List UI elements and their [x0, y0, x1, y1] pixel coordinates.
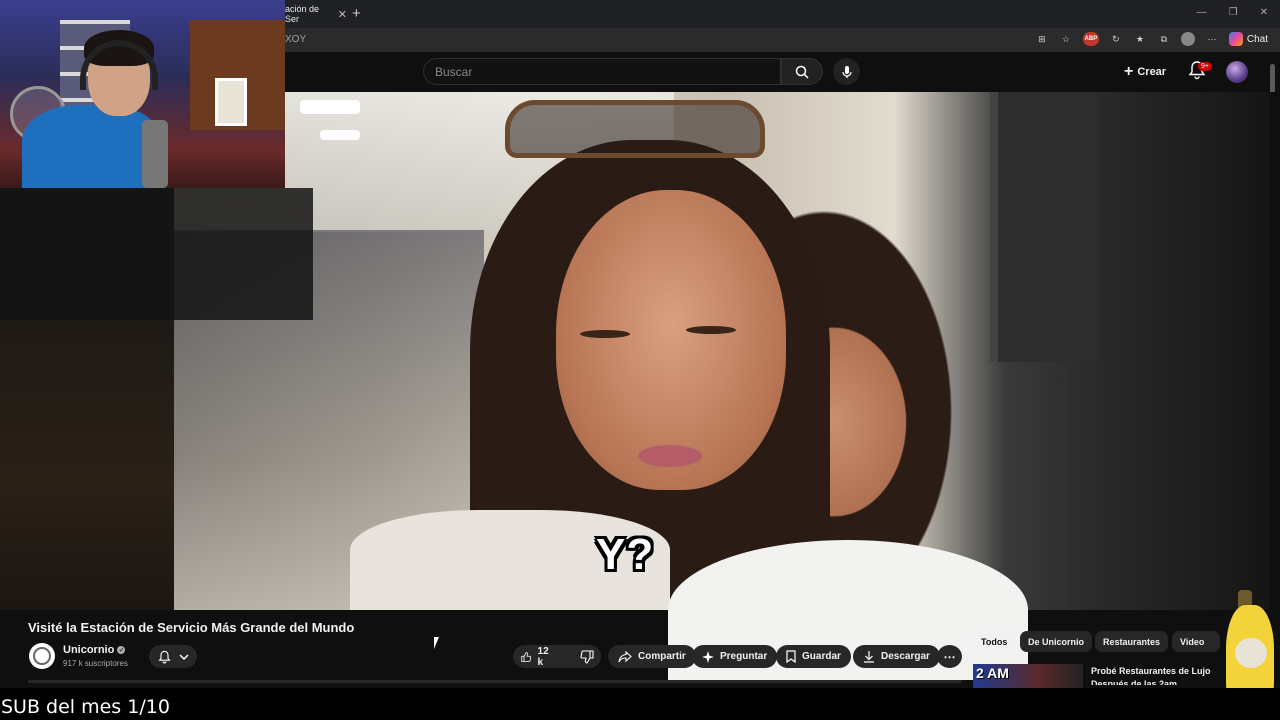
bookmark-icon: [786, 650, 796, 663]
video-scene-screen: [990, 92, 1097, 362]
cat-face: [1235, 638, 1267, 668]
collections-icon[interactable]: ⧉: [1157, 32, 1171, 46]
plus-icon: +: [1124, 63, 1134, 80]
streamer-webcam: [0, 0, 285, 188]
chip-restaurantes[interactable]: Restaurantes: [1095, 631, 1169, 652]
thumbs-down-icon: [580, 649, 594, 664]
favorite-star-icon[interactable]: ☆: [1059, 32, 1073, 46]
like-dislike-group: 12 k: [513, 645, 601, 668]
restore-icon[interactable]: ❐: [1229, 7, 1238, 18]
video-scene-sunglasses: [505, 100, 765, 158]
microphone-icon: [841, 65, 852, 78]
chat-label: Chat: [1246, 33, 1268, 45]
new-tab-button[interactable]: +: [352, 5, 361, 22]
more-actions-button[interactable]: ⋯: [937, 645, 962, 668]
copilot-chat-button[interactable]: Chat: [1228, 32, 1268, 46]
subscription-bell-button[interactable]: [149, 645, 197, 668]
download-label: Descargar: [881, 651, 930, 662]
download-button[interactable]: Descargar: [853, 645, 940, 668]
bell-icon: [157, 650, 171, 663]
chip-de-unicornio[interactable]: De Unicornio: [1020, 631, 1093, 652]
video-scene-light: [300, 100, 360, 114]
video-scene-lips: [638, 445, 702, 467]
video-scene-light: [320, 130, 360, 140]
search-placeholder: Buscar: [435, 64, 473, 79]
recommendation-title[interactable]: Probé Restaurantes de Lujo Después de la…: [1091, 665, 1221, 685]
share-button[interactable]: Compartir: [608, 645, 696, 668]
chip-video[interactable]: Video: [1172, 631, 1220, 652]
channel-name[interactable]: Unicornio: [63, 644, 114, 656]
dislike-button[interactable]: [572, 645, 602, 668]
tab-title: ación de Ser: [285, 4, 320, 24]
subscriber-count: 917 k suscriptores: [63, 659, 128, 668]
download-icon: [864, 651, 874, 663]
sparkle-icon: [702, 650, 714, 663]
verified-icon: ✓: [117, 646, 126, 654]
adblock-icon[interactable]: ABP: [1082, 32, 1099, 46]
like-count: 12 k: [537, 645, 549, 668]
thumbs-up-icon: [521, 651, 532, 662]
browser-toolbar: ⊞ ☆ ABP ↻ ★ ⧉ ⋯ Chat: [1035, 32, 1268, 46]
chevron-down-icon: [178, 653, 189, 660]
search-input[interactable]: Buscar: [423, 58, 781, 85]
stream-bottom-bar: [0, 688, 1280, 720]
more-menu-icon[interactable]: ⋯: [1205, 32, 1219, 46]
apps-icon[interactable]: ⊞: [1035, 32, 1049, 46]
url-text[interactable]: XOY: [285, 34, 306, 45]
video-caption: Y?: [596, 530, 655, 579]
voice-search-button[interactable]: [833, 58, 860, 85]
notification-badge: 9+: [1198, 62, 1212, 71]
channel-name-row[interactable]: Unicornio ✓: [63, 644, 126, 656]
ask-label: Preguntar: [720, 651, 768, 662]
player-right-margin: [1097, 92, 1269, 610]
thumbnail-text: 2 AM: [976, 665, 1009, 681]
share-icon: [618, 650, 632, 662]
share-label: Compartir: [638, 651, 686, 662]
ask-button[interactable]: Preguntar: [692, 645, 778, 668]
close-window-icon[interactable]: ✕: [1260, 7, 1268, 18]
webcam-window: [215, 78, 247, 126]
channel-avatar[interactable]: [29, 643, 55, 669]
channel-logo-icon: [33, 647, 51, 665]
chip-todos[interactable]: Todos: [973, 631, 1016, 652]
account-avatar[interactable]: [1226, 61, 1248, 83]
video-scene-eye: [580, 330, 630, 338]
like-button[interactable]: 12 k: [513, 645, 560, 668]
webcam-person-body: [22, 105, 162, 188]
video-scene-eye: [686, 326, 736, 334]
save-button[interactable]: Guardar: [776, 645, 851, 668]
save-label: Guardar: [802, 651, 841, 662]
sub-of-month-text: SUB del mes 1/10: [1, 696, 170, 718]
search-button[interactable]: [781, 58, 823, 85]
mouse-cursor-icon: [434, 637, 444, 649]
window-controls: — ❐ ✕: [1197, 7, 1268, 18]
search-icon: [795, 65, 809, 79]
profile-icon[interactable]: [1180, 32, 1195, 46]
description-box-edge: [28, 680, 962, 683]
favorites-icon[interactable]: ★: [1133, 32, 1147, 46]
overlay-dark-panel: [0, 188, 313, 320]
browser-tab[interactable]: ación de Ser ✕: [285, 2, 347, 26]
copilot-icon: [1228, 32, 1243, 46]
create-button[interactable]: + Crear: [1124, 61, 1166, 83]
tab-close-icon[interactable]: ✕: [338, 8, 347, 21]
create-label: Crear: [1137, 66, 1167, 78]
more-horizontal-icon: ⋯: [943, 649, 956, 664]
minimize-icon[interactable]: —: [1197, 7, 1207, 18]
refresh-extension-icon[interactable]: ↻: [1109, 32, 1123, 46]
video-title: Visité la Estación de Servicio Más Grand…: [28, 620, 355, 635]
webcam-bottle: [142, 120, 168, 188]
